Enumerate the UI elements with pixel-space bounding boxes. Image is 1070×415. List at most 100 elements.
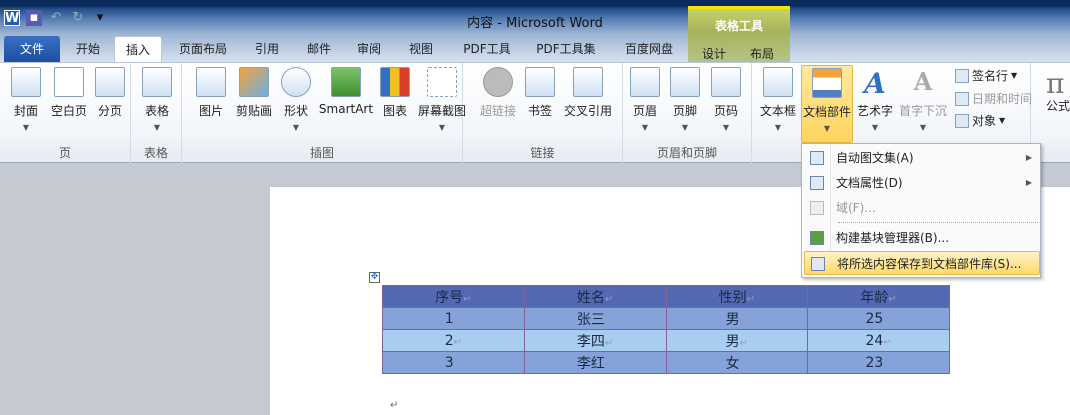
label: 对象 — [972, 114, 997, 128]
cell[interactable]: 25↵ — [807, 307, 950, 330]
label: 签名行 — [972, 69, 1009, 83]
picture-button[interactable]: 图片 — [194, 67, 228, 133]
drop-cap-button[interactable]: A 首字下沉 ▼ — [897, 67, 949, 133]
signature-line-button[interactable]: 签名行 ▼ — [955, 67, 1017, 84]
object-icon — [955, 113, 969, 128]
cell[interactable]: 2↵ — [382, 329, 525, 352]
picture-icon — [196, 67, 226, 97]
label: 超链接 — [479, 104, 516, 118]
cross-reference-button[interactable]: 交叉引用 — [562, 67, 614, 133]
date-time-button[interactable]: 日期和时间 — [955, 90, 1032, 107]
context-title: 表格工具 — [714, 19, 763, 33]
screenshot-button[interactable]: 屏幕截图 ▼ — [416, 67, 468, 133]
cell[interactable]: 李四↵ — [523, 329, 667, 352]
group-label: 链接 — [530, 146, 555, 160]
page-break-button[interactable]: 分页 — [94, 67, 126, 133]
title-bar: W ▪ ↶ ↻ ▾ 内容 - Microsoft Word — [0, 0, 1070, 34]
label: 页眉 — [632, 104, 657, 118]
label: 文档属性(D) — [836, 176, 903, 190]
tab-home[interactable]: 开始 — [62, 36, 114, 62]
group-label: 表格 — [143, 146, 168, 160]
tab-pdf-tools[interactable]: PDF工具 — [454, 36, 520, 62]
cross-reference-icon — [573, 67, 603, 97]
menu-item-building-blocks-organizer[interactable]: 构建基块管理器(B)... — [804, 226, 1040, 250]
text-box-button[interactable]: 文本框 ▼ — [758, 67, 798, 133]
menu-item-document-property[interactable]: 文档属性(D) ▶ — [804, 171, 1040, 195]
page-number-button[interactable]: 页码 ▼ — [711, 67, 741, 133]
tab-view[interactable]: 视图 — [398, 36, 444, 62]
equation-button[interactable]: π 公式 — [1046, 67, 1070, 133]
tab-mailings[interactable]: 邮件 — [296, 36, 342, 62]
label: 艺术字 — [856, 104, 893, 118]
header-cell[interactable]: 性别↵ — [665, 285, 809, 308]
date-time-icon — [955, 91, 969, 106]
submenu-arrow-icon: ▶ — [1025, 153, 1032, 162]
label: 图片 — [198, 104, 223, 118]
autotext-icon — [810, 151, 824, 165]
header-cell[interactable]: 姓名↵ — [523, 285, 667, 308]
tab-references[interactable]: 引用 — [244, 36, 290, 62]
label: 构建基块管理器(B)... — [836, 231, 950, 245]
blank-page-button[interactable]: 空白页 — [48, 67, 90, 133]
shapes-icon — [281, 67, 311, 97]
tab-page-layout[interactable]: 页面布局 — [170, 36, 236, 62]
cell[interactable]: 李红↵ — [523, 351, 667, 374]
label: 文档部件 — [802, 105, 851, 119]
cell[interactable]: 张三↵ — [523, 307, 667, 330]
tab-pdf-toolset[interactable]: PDF工具集 — [528, 36, 604, 62]
menu-item-field[interactable]: 域(F)... — [804, 196, 1040, 220]
menu-item-autotext[interactable]: 自动图文集(A) ▶ — [804, 146, 1040, 170]
label: 文本框 — [759, 104, 796, 118]
label: 空白页 — [50, 104, 87, 118]
field-icon — [810, 201, 824, 215]
menu-item-save-selection-to-gallery[interactable]: 将所选内容保存到文档部件库(S)... — [804, 251, 1040, 275]
label: 形状 — [283, 104, 308, 118]
header-cell[interactable]: 年龄↵ — [807, 285, 950, 308]
cell[interactable]: 女↵ — [665, 351, 809, 374]
footer-button[interactable]: 页脚 ▼ — [670, 67, 700, 133]
cell[interactable]: 23↵ — [807, 351, 950, 374]
header-cell[interactable]: 序号↵ — [382, 285, 525, 308]
cover-page-icon — [11, 67, 41, 97]
label: 屏幕截图 — [417, 104, 466, 118]
object-button[interactable]: 对象 ▼ — [955, 112, 1005, 129]
label: 将所选内容保存到文档部件库(S)... — [837, 257, 1022, 271]
table-button[interactable]: 表格 ▼ — [140, 67, 174, 133]
bookmark-button[interactable]: 书签 — [524, 67, 556, 133]
cell[interactable]: 3↵ — [382, 351, 525, 374]
cell[interactable]: 男↵ — [665, 307, 809, 330]
label: 日期和时间 — [972, 92, 1033, 106]
wordart-button[interactable]: A 艺术字 ▼ — [855, 67, 895, 133]
header-button[interactable]: 页眉 ▼ — [630, 67, 660, 133]
tab-insert[interactable]: 插入 — [114, 36, 162, 62]
cell[interactable]: 1↵ — [382, 307, 525, 330]
smartart-button[interactable]: SmartArt — [318, 67, 374, 133]
table-tools-context: 表格工具 设计 布局 — [688, 6, 790, 64]
hyperlink-button[interactable]: 超链接 — [478, 67, 518, 133]
screenshot-icon — [427, 67, 457, 97]
tab-review[interactable]: 审阅 — [346, 36, 392, 62]
tab-file[interactable]: 文件 — [4, 36, 60, 62]
label: 公式 — [1046, 99, 1070, 113]
clip-art-button[interactable]: 剪贴画 — [234, 67, 274, 133]
footer-icon — [670, 67, 700, 97]
label: 页脚 — [672, 104, 697, 118]
pi-icon: π — [1046, 67, 1065, 100]
blank-page-icon — [54, 67, 84, 97]
quick-parts-button[interactable]: 文档部件 ▼ — [801, 65, 853, 143]
data-table[interactable]: 序号↵ 姓名↵ 性别↵ 年龄↵ 1↵ 张三↵ 男↵ 25↵ 2↵ 李四↵ 男↵ … — [382, 285, 950, 374]
chart-button[interactable]: 图表 — [380, 67, 410, 133]
table-move-handle-icon[interactable]: ✥ — [369, 272, 380, 283]
cover-page-button[interactable]: 封面 ▼ — [8, 67, 44, 133]
menu-separator — [838, 222, 1038, 223]
cell[interactable]: 24↵ — [807, 329, 950, 352]
table-icon — [142, 67, 172, 97]
label: 页码 — [713, 104, 738, 118]
cell[interactable]: 男↵ — [665, 329, 809, 352]
shapes-button[interactable]: 形状 ▼ — [280, 67, 312, 133]
save-to-gallery-icon — [811, 257, 825, 271]
building-blocks-icon — [810, 231, 824, 245]
table-row: 3↵ 李红↵ 女↵ 23↵ — [382, 351, 950, 374]
tab-baidu-netdisk[interactable]: 百度网盘 — [614, 36, 684, 62]
hyperlink-icon — [483, 67, 513, 97]
